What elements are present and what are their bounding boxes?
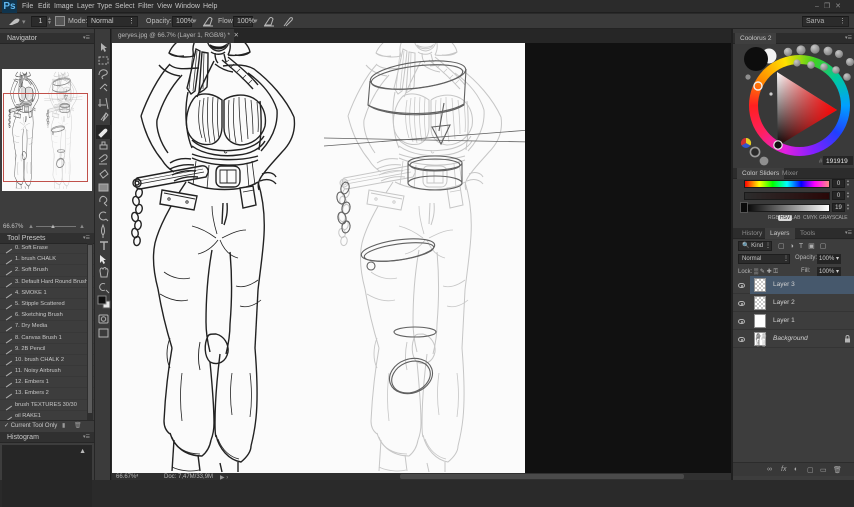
svg-text:191919: 191919	[826, 158, 848, 165]
svg-text:#: #	[819, 159, 823, 165]
